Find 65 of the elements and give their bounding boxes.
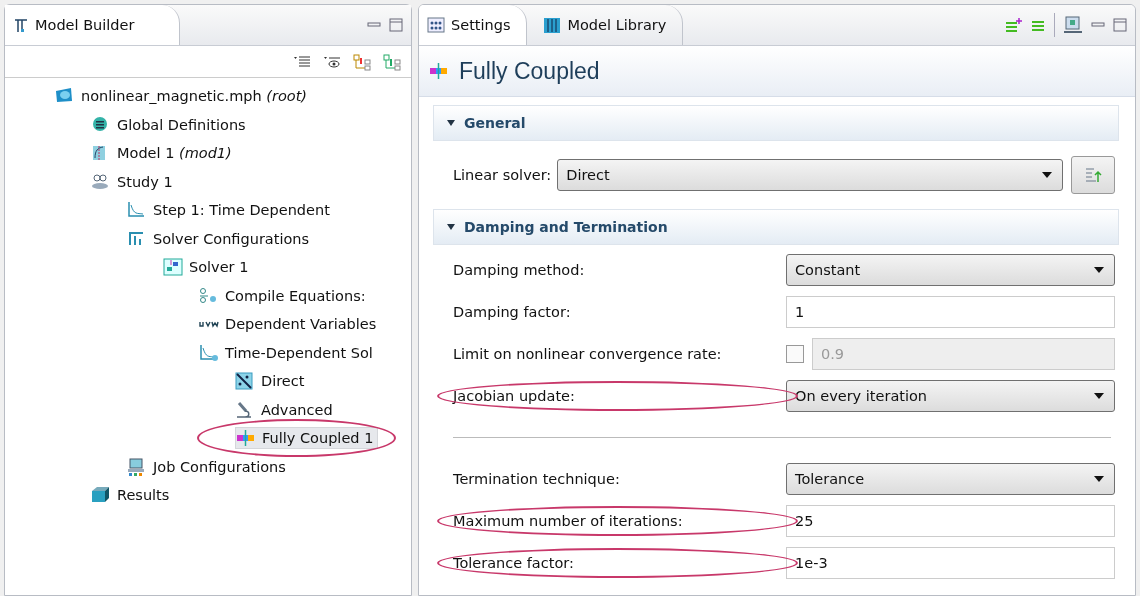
tree-item[interactable]: Study 1 [91, 171, 177, 192]
field-label: Limit on nonlinear convergence rate: [453, 346, 722, 362]
dropdown[interactable]: On every iteration [786, 380, 1115, 412]
dropdown-caret-icon [1094, 476, 1104, 482]
tree-move-icon[interactable] [383, 54, 401, 71]
dropdown[interactable]: Direct [557, 159, 1063, 191]
dropdown[interactable]: Constant [786, 254, 1115, 286]
settings-title: Fully Coupled [459, 57, 600, 85]
expanded-caret-icon[interactable] [446, 222, 456, 232]
input-field[interactable]: 25 [786, 505, 1115, 537]
cube-icon [91, 486, 111, 505]
tree-item[interactable]: Results [91, 485, 174, 506]
tree-add-icon[interactable] [353, 54, 371, 71]
builder-icon [13, 17, 29, 33]
tree-item[interactable]: Global Definitions [91, 114, 250, 135]
field-label: Damping method: [453, 262, 585, 278]
coupled-blocks-icon [236, 429, 256, 448]
tree-item[interactable]: Direct [235, 371, 309, 392]
sliders-icon [427, 16, 445, 34]
field-label: Maximum number of iterations: [453, 513, 683, 529]
input-field[interactable]: 1e-3 [786, 547, 1115, 579]
checkbox[interactable] [786, 345, 804, 363]
study-icon [91, 172, 111, 191]
section-header[interactable]: Damping and Termination [433, 209, 1119, 245]
minimize-icon[interactable] [367, 20, 381, 30]
field-label: Damping factor: [453, 304, 571, 320]
dropdown-caret-icon [1042, 172, 1052, 178]
tree-item[interactable]: Model 1 (mod1) [91, 143, 236, 164]
section-header[interactable]: General [433, 105, 1119, 141]
field-label: Jacobian update: [453, 388, 575, 404]
computer-icon [127, 457, 147, 476]
show-eye-icon[interactable] [323, 54, 341, 71]
tree-item[interactable]: Fully Coupled 1 [235, 427, 379, 450]
library-icon [543, 16, 562, 34]
settings-button[interactable] [1071, 156, 1115, 194]
matrix-icon [235, 372, 255, 391]
tree-item[interactable]: Advanced [235, 399, 337, 420]
dropdown-caret-icon [1094, 267, 1104, 273]
field-label: Tolerance factor: [453, 555, 574, 571]
field-label: Termination technique: [453, 471, 620, 487]
maximize-icon[interactable] [389, 18, 403, 32]
panel-tab[interactable]: Model Library [535, 5, 684, 45]
input-field[interactable]: 1 [786, 296, 1115, 328]
tree-item[interactable]: Dependent Variables [199, 314, 381, 335]
tree-item[interactable]: Step 1: Time Dependent [127, 200, 334, 221]
solver-icon [163, 258, 183, 277]
expanded-caret-icon[interactable] [446, 118, 456, 128]
add-list-icon[interactable] [1004, 17, 1022, 33]
list-arrow-icon [1084, 166, 1102, 184]
maximize-icon[interactable] [1113, 18, 1127, 32]
panel-tab[interactable]: Model Builder [5, 5, 180, 45]
tree-item[interactable]: Time-Dependent Sol [199, 342, 377, 363]
tree-item[interactable]: Solver Configurations [127, 228, 314, 249]
coupled-blocks-icon [429, 62, 449, 80]
minimize-icon[interactable] [1091, 20, 1105, 30]
panel-tab[interactable]: Settings [419, 5, 528, 45]
field-label: Linear solver: [453, 167, 552, 183]
dropdown[interactable]: Tolerance [786, 463, 1115, 495]
tree-item[interactable]: Compile Equations: [199, 285, 370, 306]
tree-item[interactable]: Solver 1 [163, 257, 253, 278]
graph-gear-icon [199, 343, 219, 362]
tree-item[interactable]: nonlinear_magnetic.mph (root) [55, 86, 311, 107]
dropdown-caret-icon [1094, 393, 1104, 399]
tree-item[interactable]: Job Configurations [127, 456, 290, 477]
graph-icon [127, 201, 147, 220]
